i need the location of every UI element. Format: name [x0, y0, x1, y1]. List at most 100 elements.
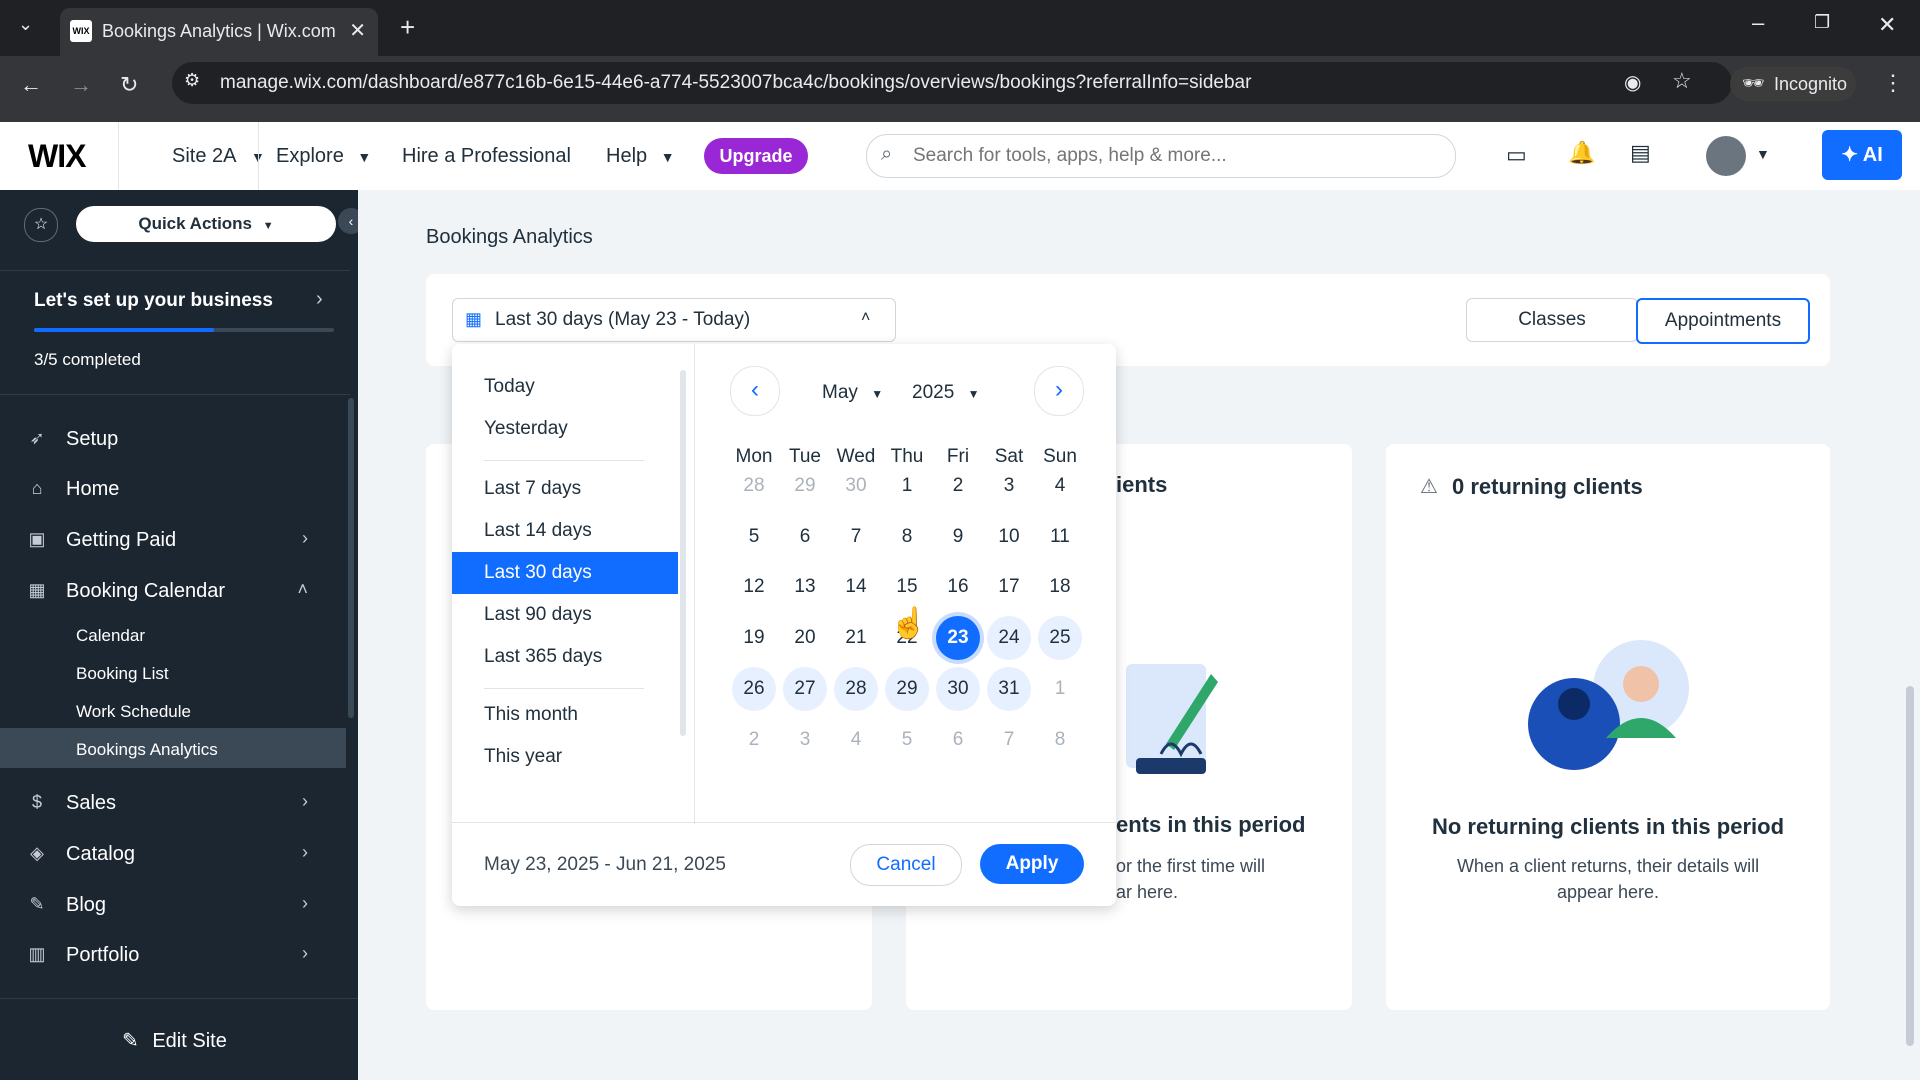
forward-icon[interactable]: →: [70, 72, 92, 98]
back-icon[interactable]: ←: [20, 72, 42, 98]
restore-icon[interactable]: ❐: [1814, 12, 1830, 33]
browser-tab[interactable]: WIX Bookings Analytics | Wix.com ✕: [60, 8, 378, 56]
prev-month-button[interactable]: ‹: [730, 366, 780, 416]
preset-last-365-days[interactable]: Last 365 days: [452, 636, 678, 678]
preset-this-month[interactable]: This month: [452, 694, 678, 736]
month-select[interactable]: May ▼: [822, 382, 883, 404]
sidebar-subitem-work-schedule[interactable]: Work Schedule: [76, 702, 191, 722]
chevron-right-icon[interactable]: ›: [316, 288, 323, 311]
star-icon[interactable]: ☆: [24, 208, 58, 242]
edit-site-button[interactable]: ✎ Edit Site: [122, 1028, 227, 1053]
calendar-day[interactable]: 14: [834, 565, 878, 609]
calendar-day[interactable]: 17: [987, 565, 1031, 609]
preset-yesterday[interactable]: Yesterday: [452, 408, 678, 450]
calendar-day[interactable]: 18: [1038, 565, 1082, 609]
calendar-day[interactable]: 13: [783, 565, 827, 609]
minimize-icon[interactable]: –: [1752, 10, 1764, 36]
sidebar-subitem-booking-list[interactable]: Booking List: [76, 664, 169, 684]
calendar-day[interactable]: 12: [732, 565, 776, 609]
calendar-day[interactable]: 16: [936, 565, 980, 609]
bookmark-star-icon[interactable]: ☆: [1672, 68, 1692, 94]
explore-menu[interactable]: Explore ▼: [276, 145, 371, 168]
site-selector[interactable]: Site 2A ▼: [172, 145, 265, 168]
calendar-day-selected[interactable]: 23: [936, 616, 980, 660]
tab-close-icon[interactable]: ✕: [349, 18, 366, 43]
browser-menu-icon[interactable]: ⋮: [1882, 70, 1904, 96]
quick-actions-button[interactable]: Quick Actions ▼: [76, 206, 336, 242]
presets-scrollbar[interactable]: [680, 370, 686, 736]
calendar-day[interactable]: 30: [936, 667, 980, 711]
sidebar-item-setup[interactable]: ➶ Setup: [0, 416, 350, 462]
new-tab-icon[interactable]: +: [400, 12, 415, 43]
ai-button[interactable]: ✦ AI: [1822, 130, 1902, 180]
calendar-day[interactable]: 27: [783, 667, 827, 711]
preset-last-30-days[interactable]: Last 30 days: [452, 552, 678, 594]
calendar-day[interactable]: 28: [834, 667, 878, 711]
preset-last-90-days[interactable]: Last 90 days: [452, 594, 678, 636]
year-select[interactable]: 2025 ▼: [912, 382, 979, 404]
bell-icon[interactable]: 🔔: [1568, 140, 1595, 166]
next-month-button[interactable]: ›: [1034, 366, 1084, 416]
main-scrollbar[interactable]: [1906, 686, 1914, 1046]
calendar-day[interactable]: 21: [834, 616, 878, 660]
calendar-day[interactable]: 31: [987, 667, 1031, 711]
calendar-day[interactable]: 20: [783, 616, 827, 660]
sidebar-item-booking-calendar[interactable]: ▦ Booking Calendar ˄: [0, 568, 350, 614]
preset-this-year[interactable]: This year: [452, 736, 678, 778]
reload-icon[interactable]: ↻: [120, 72, 138, 98]
date-range-label: Last 30 days (May 23 - Today): [495, 309, 751, 330]
preset-last-7-days[interactable]: Last 7 days: [452, 468, 678, 510]
search-bar[interactable]: ⌕: [866, 134, 1456, 178]
tab-classes[interactable]: Classes: [1466, 298, 1638, 342]
apply-button[interactable]: Apply: [980, 844, 1084, 884]
tab-search-icon[interactable]: ⌄: [18, 14, 33, 35]
eye-off-icon[interactable]: ◉: [1624, 70, 1641, 95]
news-icon[interactable]: ▤: [1630, 140, 1651, 166]
calendar-day[interactable]: 25: [1038, 616, 1082, 660]
chevron-right-icon: ›: [302, 943, 308, 963]
calendar-day[interactable]: 9: [936, 515, 980, 559]
preset-last-14-days[interactable]: Last 14 days: [452, 510, 678, 552]
window-close-icon[interactable]: ✕: [1878, 12, 1896, 38]
chat-icon[interactable]: ▭: [1506, 142, 1527, 168]
tab-appointments[interactable]: Appointments: [1636, 298, 1810, 344]
sidebar-item-sales[interactable]: $ Sales ›: [0, 780, 350, 826]
sidebar-item-blog[interactable]: ✎ Blog ›: [0, 882, 350, 928]
calendar-day[interactable]: 26: [732, 667, 776, 711]
calendar-day[interactable]: 11: [1038, 515, 1082, 559]
cancel-button[interactable]: Cancel: [850, 844, 962, 886]
sidebar-subitem-bookings-analytics[interactable]: Bookings Analytics: [76, 740, 218, 760]
calendar-day[interactable]: 10: [987, 515, 1031, 559]
calendar-day[interactable]: 7: [834, 515, 878, 559]
setup-business-title[interactable]: Let's set up your business: [34, 290, 273, 312]
sidebar-item-home[interactable]: ⌂ Home: [0, 466, 350, 512]
help-menu[interactable]: Help ▼: [606, 145, 675, 168]
upgrade-button[interactable]: Upgrade: [704, 138, 808, 174]
calendar-day[interactable]: 29: [885, 667, 929, 711]
calendar-day[interactable]: 1: [885, 464, 929, 508]
sidebar-item-catalog[interactable]: ◈ Catalog ›: [0, 831, 350, 877]
calendar-day[interactable]: 15: [885, 565, 929, 609]
date-range-selector[interactable]: ▦ Last 30 days (May 23 - Today) ˄: [452, 298, 896, 342]
incognito-badge[interactable]: 🕶 Incognito: [1730, 67, 1856, 101]
calendar-day[interactable]: 8: [885, 515, 929, 559]
calendar-day[interactable]: 19: [732, 616, 776, 660]
sidebar-subitem-calendar[interactable]: Calendar: [76, 626, 145, 646]
sidebar-item-portfolio[interactable]: ▥ Portfolio ›: [0, 932, 350, 978]
calendar-day[interactable]: 24: [987, 616, 1031, 660]
url-field[interactable]: ⚙ manage.wix.com/dashboard/e877c16b-6e15…: [172, 62, 1732, 104]
avatar[interactable]: [1706, 136, 1746, 176]
calendar-day[interactable]: 5: [732, 515, 776, 559]
site-info-icon[interactable]: ⚙: [184, 70, 200, 91]
calendar-day[interactable]: 3: [987, 464, 1031, 508]
calendar-day[interactable]: 2: [936, 464, 980, 508]
wix-logo[interactable]: WIX: [28, 138, 86, 175]
calendar-day[interactable]: 6: [783, 515, 827, 559]
sidebar-item-getting-paid[interactable]: ▣ Getting Paid ›: [0, 517, 350, 563]
sidebar-scrollbar[interactable]: [348, 398, 354, 718]
chevron-down-icon[interactable]: ▼: [1756, 146, 1770, 162]
hire-professional-link[interactable]: Hire a Professional: [402, 145, 571, 168]
search-input[interactable]: [911, 144, 1435, 168]
calendar-day[interactable]: 4: [1038, 464, 1082, 508]
preset-today[interactable]: Today: [452, 366, 678, 408]
